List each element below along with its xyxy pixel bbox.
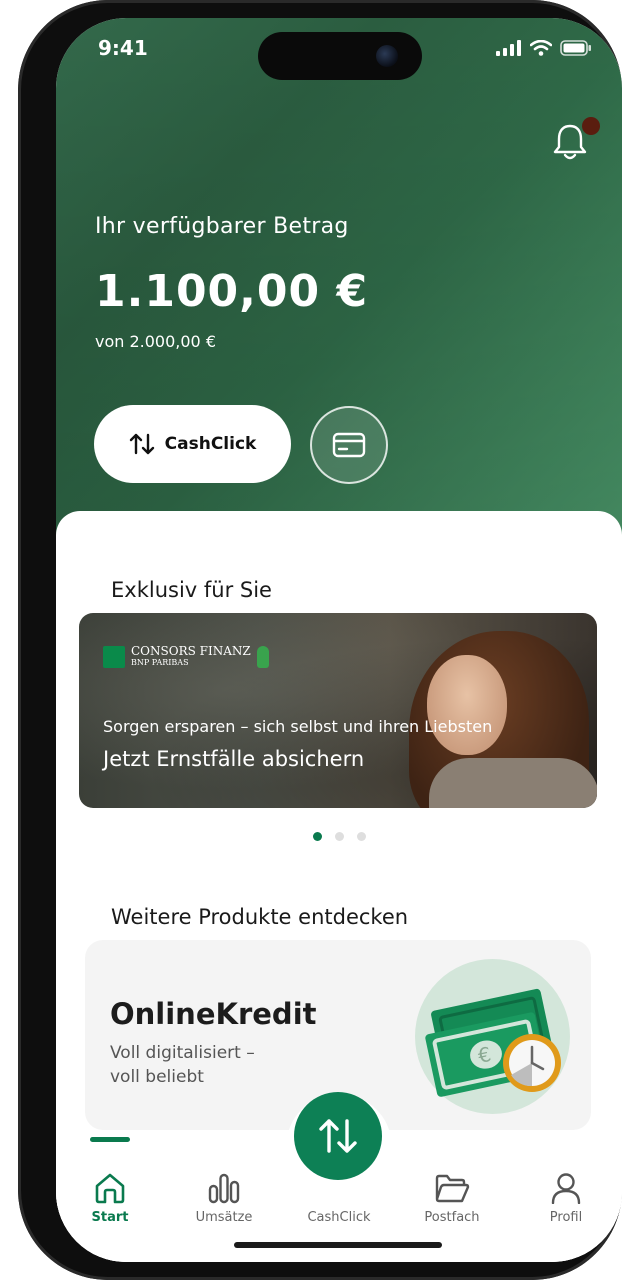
cashclick-button[interactable]: CashClick xyxy=(94,405,291,483)
tab-start[interactable]: Start xyxy=(65,1172,155,1225)
tab-label: Start xyxy=(91,1210,129,1225)
folder-icon xyxy=(435,1174,470,1203)
tab-label: Umsätze xyxy=(195,1210,253,1225)
card-button[interactable] xyxy=(310,406,388,484)
promo-banner[interactable]: CONSORS FINANZ BNP PARIBAS Sorgen erspare… xyxy=(79,613,597,808)
available-label: Ihr verfügbarer Betrag xyxy=(95,214,349,239)
product-description: Voll digitalisiert – voll beliebt xyxy=(110,1043,255,1087)
system-icons xyxy=(496,40,592,56)
carousel-dots[interactable] xyxy=(313,832,366,841)
signal-icon xyxy=(496,40,521,56)
exclusive-title: Exklusiv für Sie xyxy=(111,578,272,602)
person-icon xyxy=(551,1173,581,1204)
credit-card-icon xyxy=(332,432,366,458)
tab-label: Postfach xyxy=(424,1210,480,1225)
app-screen: 9:41 Ihr verfügbarer Betrag 1.100,00 € v… xyxy=(56,18,622,1262)
home-icon xyxy=(95,1173,125,1204)
home-indicator[interactable] xyxy=(234,1242,442,1248)
tab-label: Profil xyxy=(549,1210,583,1225)
wifi-icon xyxy=(530,40,552,56)
notification-badge xyxy=(582,117,600,135)
tab-label: CashClick xyxy=(307,1210,371,1225)
promo-headline: Jetzt Ernstfälle absichern xyxy=(103,747,365,771)
available-amount: 1.100,00 € xyxy=(95,266,369,317)
product-title: OnlineKredit xyxy=(110,997,317,1031)
carousel-dot[interactable] xyxy=(335,832,344,841)
consors-finanz-logo: CONSORS FINANZ BNP PARIBAS xyxy=(103,645,269,668)
tab-profil[interactable]: Profil xyxy=(521,1172,611,1225)
more-products-title: Weitere Produkte entdecken xyxy=(111,905,409,929)
cashclick-button-label: CashClick xyxy=(164,434,257,454)
transfer-arrows-icon xyxy=(319,1119,357,1153)
carousel-dot[interactable] xyxy=(313,832,322,841)
dynamic-island xyxy=(258,32,422,80)
tab-umsaetze[interactable]: Umsätze xyxy=(179,1172,269,1225)
battery-icon xyxy=(560,40,591,56)
status-time: 9:41 xyxy=(98,36,148,60)
transfer-arrows-icon xyxy=(129,433,154,455)
carousel-dot[interactable] xyxy=(357,832,366,841)
tab-postfach[interactable]: Postfach xyxy=(407,1172,497,1225)
cashclick-fab[interactable] xyxy=(294,1092,382,1180)
money-clock-illustration: € xyxy=(415,959,570,1114)
bar-chart-icon xyxy=(208,1173,240,1204)
credit-limit: von 2.000,00 € xyxy=(95,332,216,351)
active-tab-indicator xyxy=(90,1137,130,1142)
phone-frame: 9:41 Ihr verfügbarer Betrag 1.100,00 € v… xyxy=(18,0,622,1280)
promo-subtitle: Sorgen ersparen – sich selbst und ihren … xyxy=(103,717,493,736)
